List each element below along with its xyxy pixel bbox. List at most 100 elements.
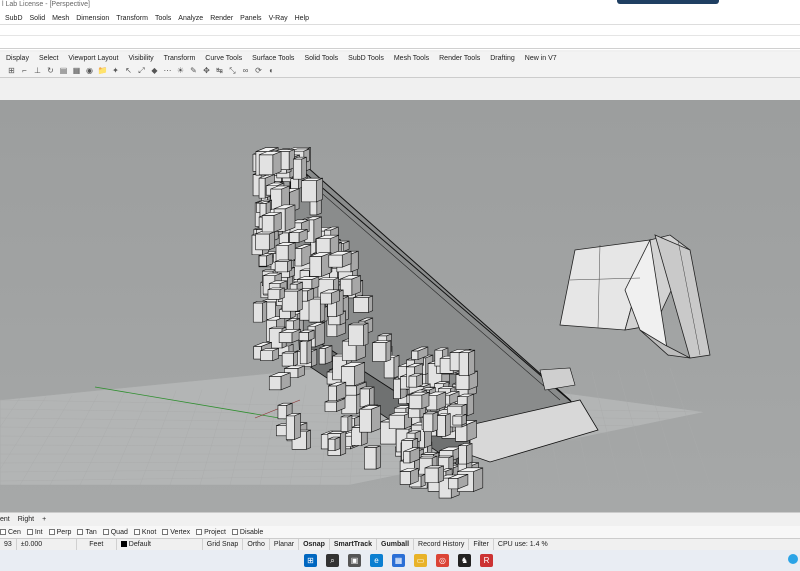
viewport-tab-right[interactable]: Right bbox=[18, 516, 34, 523]
render-display-icon[interactable]: ◐ bbox=[266, 65, 277, 76]
toggle-filter[interactable]: Filter bbox=[469, 538, 494, 551]
osnap-tan[interactable]: Tan bbox=[77, 529, 97, 536]
osnap-checkbox[interactable] bbox=[77, 529, 84, 535]
tab-subd-tools[interactable]: SubD Tools bbox=[348, 55, 384, 62]
rhino-icon[interactable]: R bbox=[480, 554, 493, 567]
orient-icon[interactable]: ↹ bbox=[214, 65, 225, 76]
tab-mesh-tools[interactable]: Mesh Tools bbox=[394, 55, 429, 62]
window-title: l Lab License - [Perspective] bbox=[2, 1, 90, 8]
menu-v-ray[interactable]: V-Ray bbox=[269, 15, 288, 22]
menu-panels[interactable]: Panels bbox=[240, 15, 261, 22]
tab-select[interactable]: Select bbox=[39, 55, 58, 62]
render-icon[interactable]: ◉ bbox=[84, 65, 95, 76]
cube-block bbox=[298, 329, 315, 342]
light-icon[interactable]: ☀ bbox=[175, 65, 186, 76]
grid-snap-icon[interactable]: ⊞ bbox=[6, 65, 17, 76]
store-icon[interactable]: ▦ bbox=[392, 554, 405, 567]
cube-block bbox=[255, 231, 276, 251]
folder-icon[interactable]: 📁 bbox=[97, 65, 108, 76]
app-icon[interactable]: ♞ bbox=[458, 554, 471, 567]
chrome-icon[interactable]: ◎ bbox=[436, 554, 449, 567]
osnap-checkbox[interactable] bbox=[26, 529, 33, 535]
viewport-tab-ent[interactable]: ent bbox=[0, 516, 10, 523]
tab-new-in-v7[interactable]: New in V7 bbox=[525, 55, 557, 62]
osnap-checkbox[interactable] bbox=[162, 529, 169, 535]
pipette-icon[interactable]: ✎ bbox=[188, 65, 199, 76]
osnap-checkbox[interactable] bbox=[196, 529, 203, 535]
osnap-int[interactable]: Int bbox=[26, 529, 43, 536]
menu-subd[interactable]: SubD bbox=[5, 15, 23, 22]
tab-viewport-layout[interactable]: Viewport Layout bbox=[68, 55, 118, 62]
osnap-checkbox[interactable] bbox=[0, 529, 6, 535]
rotate-icon[interactable]: ⟳ bbox=[253, 65, 264, 76]
windows-start-icon[interactable]: ⊞ bbox=[304, 554, 317, 567]
edge-icon[interactable]: e bbox=[370, 554, 383, 567]
tab-surface-tools[interactable]: Surface Tools bbox=[252, 55, 294, 62]
osnap-checkbox[interactable] bbox=[102, 529, 109, 535]
pin-icon[interactable]: ⊥ bbox=[32, 65, 43, 76]
transform-icon[interactable]: ⤢ bbox=[136, 65, 147, 76]
osnap-checkbox[interactable] bbox=[133, 529, 140, 535]
osnap-project[interactable]: Project bbox=[196, 529, 226, 536]
menu-dimension[interactable]: Dimension bbox=[76, 15, 109, 22]
menu-mesh[interactable]: Mesh bbox=[52, 15, 69, 22]
tab-visibility[interactable]: Visibility bbox=[129, 55, 154, 62]
cursor-icon[interactable]: ↖ bbox=[123, 65, 134, 76]
osnap-quad[interactable]: Quad bbox=[102, 528, 128, 536]
osnap-checkbox[interactable] bbox=[48, 529, 55, 535]
toggle-ortho[interactable]: Ortho bbox=[243, 538, 270, 551]
menu-transform[interactable]: Transform bbox=[116, 15, 148, 22]
osnap-disable[interactable]: Disable bbox=[231, 529, 263, 536]
panel-icon[interactable]: ▦ bbox=[71, 65, 82, 76]
osnap-checkbox[interactable] bbox=[231, 529, 238, 535]
osnap-label: Perp bbox=[56, 528, 72, 536]
link-icon[interactable]: ∞ bbox=[240, 65, 251, 76]
units-readout[interactable]: Feet bbox=[77, 538, 117, 551]
tab-curve-tools[interactable]: Curve Tools bbox=[205, 55, 242, 62]
layer-icon[interactable]: ▤ bbox=[58, 65, 69, 76]
osnap-knot[interactable]: Knot bbox=[133, 529, 156, 536]
menu-tools[interactable]: Tools bbox=[155, 15, 171, 22]
toolbar: ⊞ ⌐ ⊥ ↻ ▤ ▦ ◉ 📁 ✦ ↖ ⤢ ◆ ⋯ ☀ ✎ ✥ ↹ ⤡ ∞ ⟳ ◐ bbox=[0, 64, 800, 78]
menu-solid[interactable]: Solid bbox=[30, 15, 46, 22]
bracket-icon[interactable]: ⌐ bbox=[19, 65, 30, 76]
osnap-label: Quad bbox=[110, 528, 128, 536]
task-view-icon[interactable]: ▣ bbox=[348, 554, 361, 567]
menu-render[interactable]: Render bbox=[210, 15, 233, 22]
cube-block bbox=[359, 405, 381, 433]
wand-icon[interactable]: ✦ bbox=[110, 65, 121, 76]
viewport-tab-[interactable]: + bbox=[42, 516, 46, 523]
toggle-smarttrack[interactable]: SmartTrack bbox=[330, 538, 378, 551]
perspective-viewport[interactable] bbox=[0, 100, 800, 512]
explorer-icon[interactable]: ▭ bbox=[414, 554, 427, 567]
tab-solid-tools[interactable]: Solid Tools bbox=[304, 55, 338, 62]
cube-block bbox=[364, 445, 381, 470]
shape-icon[interactable]: ◆ bbox=[149, 65, 160, 76]
toggle-planar[interactable]: Planar bbox=[270, 538, 300, 551]
toggle-grid-snap[interactable]: Grid Snap bbox=[203, 538, 244, 551]
menu-help[interactable]: Help bbox=[295, 15, 309, 22]
toggle-record-history[interactable]: Record History bbox=[414, 538, 470, 551]
command-line-input[interactable] bbox=[0, 35, 800, 49]
osnap-cen[interactable]: Cen bbox=[0, 529, 21, 536]
grid-line bbox=[643, 369, 681, 486]
camera-rotate-icon[interactable]: ↻ bbox=[45, 65, 56, 76]
dots-icon[interactable]: ⋯ bbox=[162, 65, 173, 76]
current-layer[interactable]: Default bbox=[117, 538, 203, 551]
tab-drafting[interactable]: Drafting bbox=[490, 55, 515, 62]
move-icon[interactable]: ✥ bbox=[201, 65, 212, 76]
search-icon[interactable]: ⌕ bbox=[326, 554, 339, 567]
cube-block bbox=[328, 436, 341, 452]
osnap-vertex[interactable]: Vertex bbox=[162, 529, 190, 536]
toggle-gumball[interactable]: Gumball bbox=[377, 538, 415, 551]
weather-tray-icon[interactable] bbox=[788, 554, 798, 564]
tab-render-tools[interactable]: Render Tools bbox=[439, 55, 480, 62]
tab-display[interactable]: Display bbox=[6, 55, 29, 62]
scale-icon[interactable]: ⤡ bbox=[227, 65, 238, 76]
cube-block bbox=[458, 349, 476, 377]
toggle-osnap[interactable]: Osnap bbox=[299, 538, 330, 551]
osnap-perp[interactable]: Perp bbox=[48, 528, 72, 536]
menu-analyze[interactable]: Analyze bbox=[178, 15, 203, 22]
cube-block bbox=[399, 467, 419, 485]
tab-transform[interactable]: Transform bbox=[164, 55, 196, 62]
